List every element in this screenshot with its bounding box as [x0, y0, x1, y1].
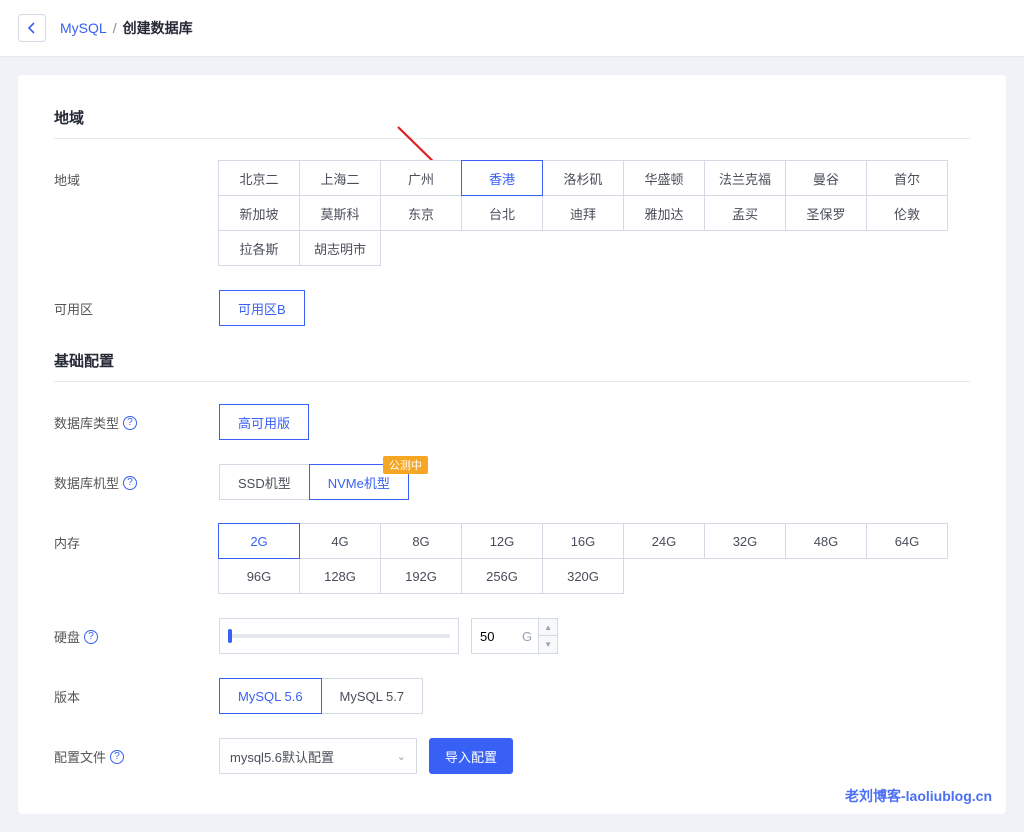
memory-option[interactable]: 48G: [785, 523, 867, 559]
region-option[interactable]: 曼谷: [785, 160, 867, 196]
region-option[interactable]: 上海二: [299, 160, 381, 196]
memory-option[interactable]: 8G: [380, 523, 462, 559]
region-option[interactable]: 新加坡: [218, 195, 300, 231]
import-config-button[interactable]: 导入配置: [429, 738, 513, 774]
memory-option[interactable]: 2G: [218, 523, 300, 559]
region-option[interactable]: 圣保罗: [785, 195, 867, 231]
help-icon[interactable]: ?: [84, 630, 98, 644]
breadcrumb-separator: /: [113, 20, 117, 36]
memory-option[interactable]: 4G: [299, 523, 381, 559]
config-file-value: mysql5.6默认配置: [230, 747, 334, 766]
version-option[interactable]: MySQL 5.7: [321, 678, 424, 714]
region-option[interactable]: 华盛顿: [623, 160, 705, 196]
label-disk: 硬盘 ?: [54, 618, 219, 646]
memory-option[interactable]: 24G: [623, 523, 705, 559]
watermark: 老刘博客-laoliublog.cn: [845, 786, 992, 806]
region-option[interactable]: 香港: [461, 160, 543, 196]
form-card: 地域 地域 北京二上海二广州香港洛杉矶华盛顿法兰克福曼谷首尔新加坡莫斯科东京台北…: [18, 75, 1006, 814]
back-button[interactable]: [18, 14, 46, 42]
label-config-file: 配置文件 ?: [54, 738, 219, 766]
memory-option[interactable]: 64G: [866, 523, 948, 559]
label-db-type: 数据库类型 ?: [54, 404, 219, 432]
label-memory: 内存: [54, 524, 219, 552]
breadcrumb: MySQL / 创建数据库: [60, 18, 193, 38]
region-option[interactable]: 法兰克福: [704, 160, 786, 196]
chevron-left-icon: [28, 22, 36, 34]
region-option[interactable]: 东京: [380, 195, 462, 231]
memory-option[interactable]: 192G: [380, 558, 462, 594]
region-option[interactable]: 雅加达: [623, 195, 705, 231]
region-option[interactable]: 广州: [380, 160, 462, 196]
beta-badge: 公测中: [383, 456, 428, 474]
memory-option[interactable]: 32G: [704, 523, 786, 559]
page-header: MySQL / 创建数据库: [0, 0, 1024, 57]
db-model-option[interactable]: SSD机型: [219, 464, 310, 500]
disk-value-input[interactable]: [472, 619, 516, 653]
disk-input-wrap: G ▲ ▼: [471, 618, 558, 654]
region-option[interactable]: 迪拜: [542, 195, 624, 231]
memory-option[interactable]: 256G: [461, 558, 543, 594]
region-option[interactable]: 伦敦: [866, 195, 948, 231]
breadcrumb-parent[interactable]: MySQL: [60, 20, 107, 36]
region-option[interactable]: 洛杉矶: [542, 160, 624, 196]
help-icon[interactable]: ?: [123, 416, 137, 430]
disk-slider[interactable]: [219, 618, 459, 654]
label-zone: 可用区: [54, 290, 219, 318]
label-region: 地域: [54, 161, 219, 189]
memory-option[interactable]: 128G: [299, 558, 381, 594]
memory-option[interactable]: 16G: [542, 523, 624, 559]
memory-option[interactable]: 96G: [218, 558, 300, 594]
region-option[interactable]: 孟买: [704, 195, 786, 231]
db-model-option[interactable]: NVMe机型公测中: [309, 464, 409, 500]
memory-option[interactable]: 320G: [542, 558, 624, 594]
region-option[interactable]: 胡志明市: [299, 230, 381, 266]
disk-step-up[interactable]: ▲: [539, 619, 557, 636]
config-file-select[interactable]: mysql5.6默认配置 ⌄: [219, 738, 417, 774]
help-icon[interactable]: ?: [123, 476, 137, 490]
label-db-model: 数据库机型 ?: [54, 464, 219, 492]
help-icon[interactable]: ?: [110, 750, 124, 764]
section-region-title: 地域: [54, 107, 970, 139]
db-type-option[interactable]: 高可用版: [219, 404, 309, 440]
region-option[interactable]: 台北: [461, 195, 543, 231]
breadcrumb-current: 创建数据库: [123, 18, 193, 38]
section-basic-title: 基础配置: [54, 350, 970, 382]
version-option[interactable]: MySQL 5.6: [219, 678, 322, 714]
chevron-down-icon: ⌄: [397, 750, 406, 763]
memory-option[interactable]: 12G: [461, 523, 543, 559]
disk-unit: G: [516, 629, 538, 644]
region-option[interactable]: 北京二: [218, 160, 300, 196]
zone-option[interactable]: 可用区B: [219, 290, 305, 326]
region-option[interactable]: 拉各斯: [218, 230, 300, 266]
region-option[interactable]: 首尔: [866, 160, 948, 196]
disk-step-down[interactable]: ▼: [539, 636, 557, 653]
label-version: 版本: [54, 678, 219, 706]
region-option[interactable]: 莫斯科: [299, 195, 381, 231]
